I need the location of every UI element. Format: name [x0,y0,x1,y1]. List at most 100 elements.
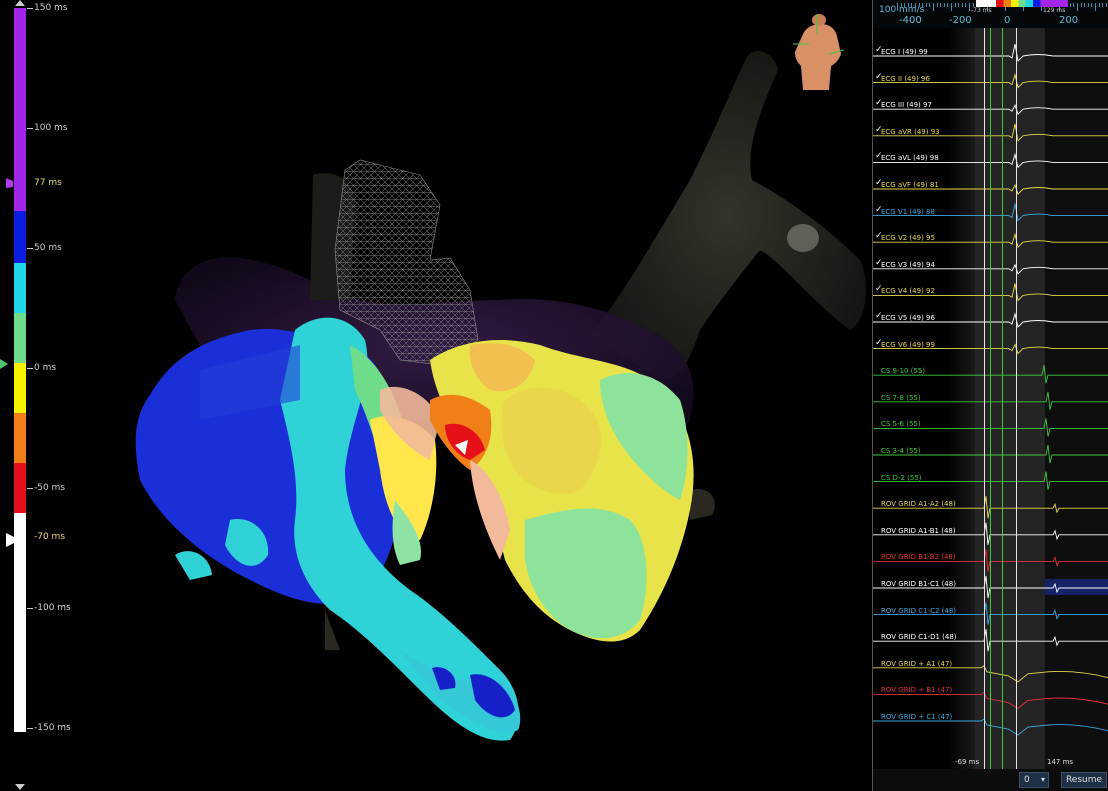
ruler-tick-mark [965,3,967,7]
scale-label-100: 100 ms [34,123,68,133]
trace-label[interactable]: ROV GRID C1-D1 (48) [881,633,957,641]
ruler-tick-mark [969,3,970,11]
trace-label[interactable]: ROV GRID A1-B1 (48) [881,527,956,535]
ruler-tick-mark [925,3,927,7]
trace-label[interactable]: ECG V3 (49) 94 ✓ [875,258,935,269]
scale-label-minus70: -70 ms [34,532,66,542]
scale-label-50: 50 ms [34,243,62,253]
reference-line[interactable] [990,28,991,771]
ruler-tick-200: 200 [1059,15,1079,26]
resume-button[interactable]: Resume [1061,772,1107,788]
ruler-tick-minus400: -400 [899,15,922,26]
ruler-tick-mark [1080,3,1082,7]
trace-checkmark-icon[interactable]: ✓ [875,338,883,348]
colorbar-right-label: 129 ms [1043,7,1066,14]
ruler-tick-mark [929,3,931,7]
reference-line-2[interactable] [1002,28,1003,771]
activation-color-scale[interactable]: 150 ms 100 ms 77 ms 50 ms 0 ms -50 ms -7… [0,0,110,791]
trace-label[interactable]: ROV GRID A1-A2 (48) [881,500,956,508]
ruler-tick-mark [918,3,920,7]
trace-label[interactable]: ROV GRID C1-C2 (48) [881,607,956,615]
trace-checkmark-icon[interactable]: ✓ [875,45,883,55]
lower-threshold-marker-icon [6,533,14,547]
ruler-tick-mark [951,3,952,11]
trace-checkmark-icon[interactable]: ✓ [875,258,883,268]
ruler-tick-mark [1095,3,1096,11]
sweep-speed-label[interactable]: 100 mm/s [879,5,924,15]
scale-label-min: -150 ms [34,723,71,733]
trace-label[interactable]: ROV GRID + C1 (47) [881,713,952,721]
trace-label[interactable]: CS 3-4 (55) [881,447,921,455]
trace-label[interactable]: ROV GRID B1-C1 (48) [881,580,956,588]
ruler-tick-mark [1102,3,1104,7]
trace-label[interactable]: CS D-2 (55) [881,474,922,482]
trace-checkmark-icon[interactable]: ✓ [875,311,883,321]
channel-select-dropdown[interactable]: 0 ▾ [1019,772,1049,788]
trace-label[interactable]: ROV GRID B1-B2 (48) [881,553,956,561]
ruler-tick-mark [922,3,924,7]
selected-trace-highlight [1045,579,1108,595]
trace-label[interactable]: ECG III (49) 97 ✓ [875,98,932,109]
trace-checkmark-icon[interactable]: ✓ [875,151,883,161]
trace-label[interactable]: ECG aVF (49) 81 ✓ [875,178,939,189]
trace-label[interactable]: ECG II (49) 96 ✓ [875,72,930,83]
mini-activation-colorbar [976,0,1068,7]
trace-label[interactable]: ROV GRID + A1 (47) [881,660,952,668]
scale-label-max: 150 ms [34,3,68,13]
ruler-tick-mark [1084,3,1086,7]
ruler-tick-mark [911,3,913,7]
trace-checkmark-icon[interactable]: ✓ [875,205,883,215]
colorbar-left-label: -73 ms [971,7,992,14]
dropdown-value: 0 [1024,775,1030,785]
trace-label[interactable]: CS 7-8 (55) [881,394,921,402]
trace-label[interactable]: ECG V6 (49) 99 ✓ [875,338,935,349]
scale-label-minus50: -50 ms [34,483,66,493]
trace-label[interactable]: ECG V4 (49) 92 ✓ [875,284,935,295]
trace-label[interactable]: ECG V2 (49) 95 ✓ [875,231,935,242]
scale-markers[interactable] [0,0,30,791]
trace-label[interactable]: ECG V1 (49) 88 ✓ [875,205,935,216]
ruler-tick-mark [1091,3,1093,7]
window-left-measurement: -69 ms [955,758,980,766]
ruler-tick-mark [1098,3,1100,7]
ruler-tick-mark [1069,3,1071,7]
ruler-tick-mark [933,3,934,11]
upper-threshold-marker-icon [6,178,13,188]
ruler-tick-0: 0 [1004,15,1011,26]
window-right-measurement: 147 ms [1047,758,1074,766]
scale-label-minus100: -100 ms [34,603,71,613]
trace-label[interactable]: ECG I (49) 99 ✓ [875,45,928,56]
trace-label[interactable]: CS 5-6 (55) [881,420,921,428]
ruler-tick-mark [1087,3,1089,7]
window-end-line[interactable] [1016,28,1017,771]
ruler-tick-mark [915,3,916,11]
3d-map-viewport[interactable] [110,0,872,791]
ruler-tick-mark [904,3,906,7]
trace-checkmark-icon[interactable]: ✓ [875,231,883,241]
trace-label[interactable]: ECG V5 (49) 96 ✓ [875,311,935,322]
bottom-control-bar: 0 ▾ Resume [873,769,1108,791]
trace-checkmark-icon[interactable]: ✓ [875,284,883,294]
ruler-tick-mark [958,3,960,7]
trace-label[interactable]: ECG aVL (49) 98 ✓ [875,151,939,162]
trace-label[interactable]: CS 9-10 (55) [881,367,925,375]
ruler-tick-mark [1073,3,1075,7]
trace-checkmark-icon[interactable]: ✓ [875,98,883,108]
ruler-tick-mark [897,3,898,11]
ruler-tick-mark [1105,3,1107,7]
ruler-tick-mark [936,3,938,7]
ecg-signal-panel[interactable]: 100 mm/s -400 -200 0 200 -73 ms 129 ms E… [872,0,1108,791]
trace-label[interactable]: ROV GRID + B1 (47) [881,686,952,694]
ruler-tick-mark [900,3,902,7]
trace-checkmark-icon[interactable]: ✓ [875,178,883,188]
trace-checkmark-icon[interactable]: ✓ [875,72,883,82]
activation-map-3d[interactable] [110,0,872,791]
ruler-tick-mark [961,3,963,7]
trace-label[interactable]: ECG aVR (49) 93 ✓ [875,125,940,136]
ruler-tick-minus200: -200 [949,15,972,26]
window-start-line[interactable] [984,28,985,771]
ruler-tick-mark [954,3,956,7]
scale-label-0: 0 ms [34,363,57,373]
torso-orientation-icon[interactable] [789,14,845,92]
trace-checkmark-icon[interactable]: ✓ [875,125,883,135]
